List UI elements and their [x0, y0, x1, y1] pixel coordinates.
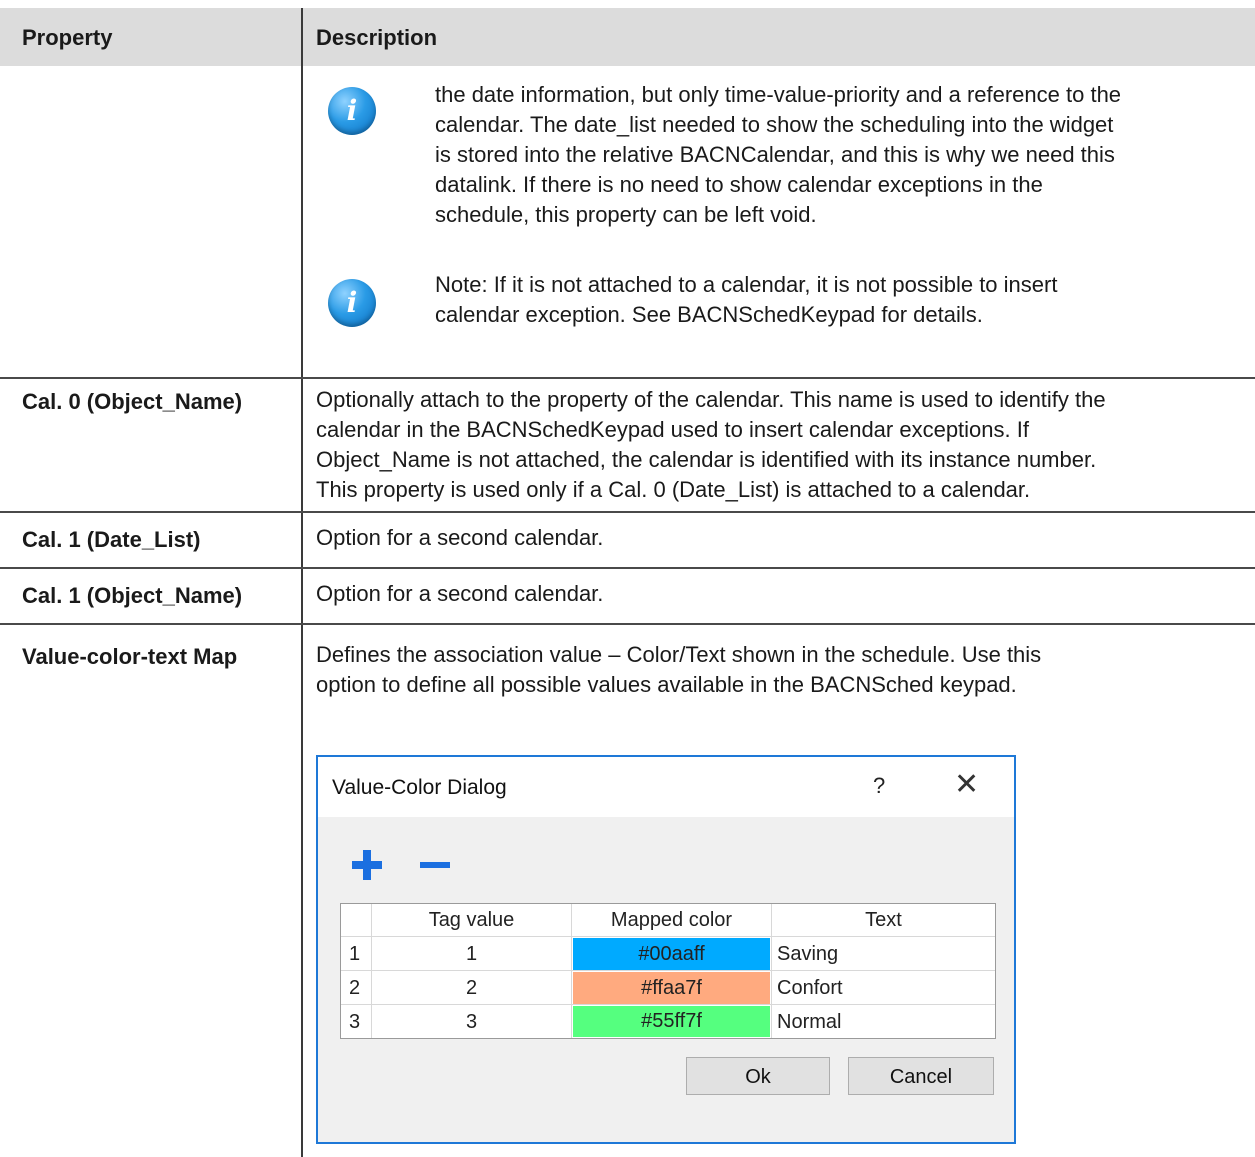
note-text: Note: If it is not attached to a calenda…	[435, 272, 1058, 327]
ok-button[interactable]: Ok	[686, 1057, 830, 1095]
property-name: Cal. 0 (Object_Name)	[22, 389, 243, 414]
property-description: Defines the association value – Color/Te…	[316, 642, 1042, 697]
property-name: Cal. 1 (Date_List)	[22, 527, 201, 552]
property-description: Option for a second calendar.	[316, 581, 604, 606]
property-name: Value-color-text Map	[22, 644, 238, 669]
close-icon[interactable]: ✕	[954, 767, 979, 802]
mapped-color-cell[interactable]: #55ff7f	[573, 1006, 770, 1037]
row-separator	[0, 377, 1255, 379]
tag-value-cell[interactable]: 1	[372, 937, 571, 971]
dialog-title: Value-Color Dialog	[332, 776, 507, 799]
row-separator	[0, 623, 1255, 625]
row-separator	[0, 511, 1255, 513]
mapped-color-cell[interactable]: #ffaa7f	[573, 972, 770, 1004]
header-description: Description	[316, 25, 438, 50]
table-header	[0, 8, 1255, 66]
minus-icon[interactable]	[416, 847, 456, 883]
cancel-button[interactable]: Cancel	[848, 1057, 994, 1095]
row-separator	[0, 567, 1255, 569]
info-icon: i	[328, 87, 376, 135]
value-color-table: Tag value Mapped color Text 1 1 #00aaff …	[340, 903, 996, 1039]
property-description: Optionally attach to the property of the…	[316, 387, 1106, 502]
mapped-color-cell[interactable]: #00aaff	[573, 938, 770, 970]
property-description: Option for a second calendar.	[316, 525, 604, 550]
row-index: 2	[349, 977, 361, 999]
tag-value-cell[interactable]: 2	[372, 971, 571, 1005]
value-color-dialog: Value-Color Dialog ? ✕ Tag value Mapped …	[316, 755, 1016, 1144]
row-index: 1	[349, 943, 361, 965]
plus-icon[interactable]	[348, 845, 388, 885]
help-icon[interactable]: ?	[873, 773, 885, 799]
column-header-tag-value[interactable]: Tag value	[372, 901, 571, 939]
column-header-mapped-color[interactable]: Mapped color	[572, 901, 771, 939]
property-name: Cal. 1 (Object_Name)	[22, 583, 243, 608]
column-divider	[301, 8, 303, 1157]
minus-icon-bar	[420, 862, 450, 868]
row-index: 3	[349, 1011, 361, 1033]
tag-value-cell[interactable]: 3	[372, 1005, 571, 1039]
column-header-text[interactable]: Text	[772, 901, 995, 939]
info-icon: i	[328, 279, 376, 327]
text-cell[interactable]: Normal	[777, 1005, 841, 1039]
text-cell[interactable]: Saving	[777, 937, 838, 971]
text-cell[interactable]: Confort	[777, 971, 843, 1005]
header-property: Property	[22, 25, 113, 50]
note-text: the date information, but only time-valu…	[435, 82, 1122, 227]
plus-icon-bar-v	[363, 850, 371, 880]
